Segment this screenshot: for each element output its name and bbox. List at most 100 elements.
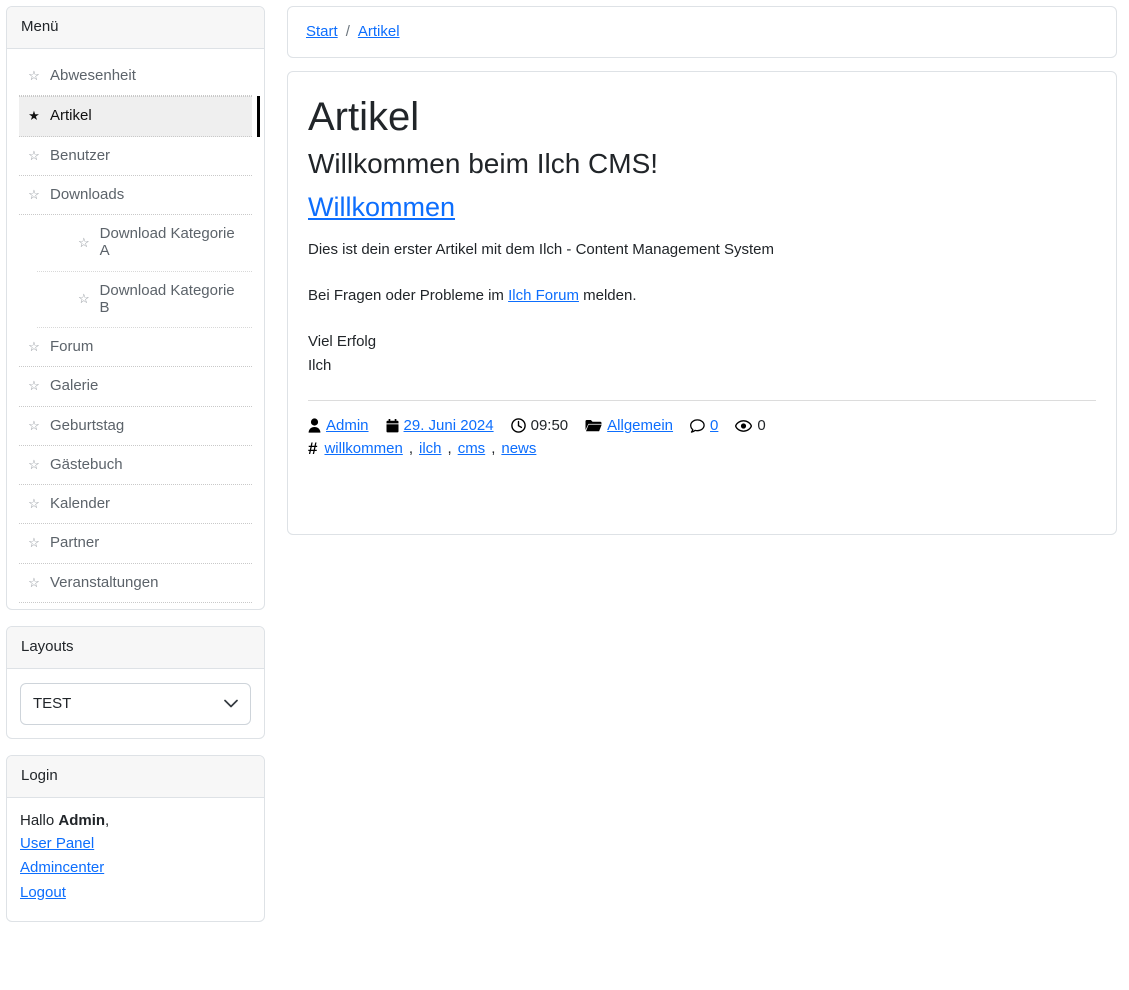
menu-panel: Menü ☆ Abwesenheit ★ Artikel ☆ Benutzer … <box>6 6 265 610</box>
user-icon <box>308 418 321 433</box>
sidebar-item-forum[interactable]: ☆ Forum <box>19 328 252 368</box>
sidebar-item-download-kategorie-b[interactable]: ☆ Download Kategorie B <box>37 272 252 328</box>
breadcrumb-card: Start / Artikel <box>287 6 1117 58</box>
layouts-panel: Layouts TEST <box>6 625 265 739</box>
hash-icon: # <box>308 439 318 459</box>
star-filled-icon: ★ <box>28 108 40 124</box>
login-panel-body: Hallo Admin, User Panel Admincenter Logo… <box>7 798 264 921</box>
article-headline-link[interactable]: Willkommen <box>308 192 455 222</box>
meta-comments-link[interactable]: 0 <box>710 417 718 434</box>
meta-time: 09:50 <box>510 417 568 434</box>
sidebar-item-gaestebuch[interactable]: ☆ Gästebuch <box>19 446 252 485</box>
star-outline-icon: ☆ <box>28 496 40 512</box>
signature-line-2: Ilch <box>308 357 332 375</box>
main-content: Start / Artikel Artikel Willkommen beim … <box>287 6 1117 535</box>
login-panel-title: Login <box>7 755 264 798</box>
layouts-panel-title: Layouts <box>7 626 264 669</box>
star-outline-icon: ☆ <box>28 68 40 84</box>
calendar-icon <box>386 418 399 433</box>
breadcrumb-item-artikel[interactable]: Artikel <box>358 23 400 40</box>
meta-divider <box>308 400 1096 402</box>
meta-author: Admin <box>308 417 369 434</box>
sidebar-item-galerie[interactable]: ☆ Galerie <box>19 367 252 407</box>
tag-link[interactable]: cms <box>458 440 486 457</box>
comment-icon <box>690 418 705 433</box>
meta-views: 0 <box>735 417 766 434</box>
star-outline-icon: ☆ <box>28 186 40 202</box>
article-subtitle: Willkommen beim Ilch CMS! <box>308 148 659 180</box>
menu-panel-title: Menü <box>7 7 264 49</box>
sidebar-item-label: Benutzer <box>50 146 111 164</box>
sidebar-item-geburtstag[interactable]: ☆ Geburtstag <box>19 407 252 446</box>
tag-separator: , <box>408 440 413 458</box>
login-username: Admin <box>58 811 106 829</box>
meta-date: 29. Juni 2024 <box>386 417 494 434</box>
eye-icon <box>735 419 753 432</box>
breadcrumb-item-start[interactable]: Start <box>306 23 338 40</box>
layouts-panel-body: TEST <box>7 669 264 738</box>
sidebar-item-label: Kalender <box>50 495 111 512</box>
folder-open-icon <box>585 419 602 432</box>
admincenter-link[interactable]: Admincenter <box>20 856 104 880</box>
sidebar-item-label: Partner <box>50 534 100 552</box>
clock-icon <box>510 418 526 433</box>
greeting-prefix: Hallo <box>20 811 59 829</box>
ilch-forum-link[interactable]: Ilch Forum <box>508 287 579 304</box>
tag-link[interactable]: willkommen <box>324 440 402 457</box>
user-panel-link[interactable]: User Panel <box>20 832 94 856</box>
star-outline-icon: ☆ <box>28 417 40 433</box>
paragraph-2-suffix: melden. <box>578 286 637 304</box>
article-paragraph-2: Bei Fragen oder Probleme im Ilch Forum m… <box>308 285 1096 308</box>
star-outline-icon: ☆ <box>28 339 40 355</box>
greeting-suffix: , <box>105 811 110 829</box>
sidebar-item-label: Downloads <box>50 185 125 203</box>
meta-category: Allgemein <box>585 417 673 434</box>
sidebar-item-abwesenheit[interactable]: ☆ Abwesenheit <box>19 57 252 97</box>
menu-list: ☆ Abwesenheit ★ Artikel ☆ Benutzer ☆ Dow… <box>7 49 264 609</box>
sidebar-item-downloads[interactable]: ☆ Downloads <box>19 176 252 215</box>
tag-separator: , <box>447 440 452 458</box>
layout-select-wrapper: TEST <box>20 682 251 725</box>
sidebar-item-label: Abwesenheit <box>50 67 136 84</box>
meta-category-link[interactable]: Allgemein <box>607 417 673 434</box>
layout-select[interactable]: TEST <box>20 682 251 725</box>
tag-separator: , <box>491 440 496 458</box>
sidebar-item-label: Galerie <box>50 377 99 395</box>
sidebar-item-benutzer[interactable]: ☆ Benutzer <box>19 137 252 176</box>
star-outline-icon: ☆ <box>28 456 40 472</box>
sidebar-item-label: Geburtstag <box>50 416 125 434</box>
star-outline-icon: ☆ <box>28 574 40 590</box>
sidebar-item-partner[interactable]: ☆ Partner <box>19 524 252 564</box>
star-outline-icon: ☆ <box>28 535 40 551</box>
meta-author-link[interactable]: Admin <box>326 417 369 434</box>
sidebar-item-label: Download Kategorie A <box>99 225 235 260</box>
sidebar-item-kalender[interactable]: ☆ Kalender <box>19 485 252 525</box>
star-outline-icon: ☆ <box>28 378 40 394</box>
login-panel: Login Hallo Admin, User Panel Admincente… <box>6 754 265 923</box>
meta-comments: 0 <box>690 417 718 434</box>
meta-date-link[interactable]: 29. Juni 2024 <box>404 417 494 434</box>
signature-line-1: Viel Erfolg <box>308 333 377 351</box>
article-card: Artikel Willkommen beim Ilch CMS! Willko… <box>287 71 1117 535</box>
page-root: Menü ☆ Abwesenheit ★ Artikel ☆ Benutzer … <box>0 0 1129 923</box>
sidebar-item-veranstaltungen[interactable]: ☆ Veranstaltungen <box>19 564 252 603</box>
sidebar-item-download-kategorie-a[interactable]: ☆ Download Kategorie A <box>37 215 252 272</box>
paragraph-2-prefix: Bei Fragen oder Probleme im <box>308 286 509 304</box>
breadcrumb: Start / Artikel <box>306 23 1098 40</box>
tag-link[interactable]: news <box>501 440 536 457</box>
sidebar-item-artikel[interactable]: ★ Artikel <box>19 96 260 137</box>
sidebar-item-label: Veranstaltungen <box>50 573 159 591</box>
article-headline: Willkommen <box>308 191 1096 223</box>
star-outline-icon: ☆ <box>28 147 40 163</box>
login-greeting: Hallo Admin, <box>20 812 251 829</box>
article-paragraph-1: Dies ist dein erster Artikel mit dem Ilc… <box>308 241 775 259</box>
star-outline-icon: ☆ <box>77 234 90 250</box>
article-tag-row: # willkommen, ilch, cms, news <box>308 440 1096 457</box>
tag-link[interactable]: ilch <box>419 440 442 457</box>
logout-link[interactable]: Logout <box>20 881 66 905</box>
sidebar-item-label: Gästebuch <box>50 455 123 473</box>
sidebar-item-label: Forum <box>50 338 94 355</box>
sidebar: Menü ☆ Abwesenheit ★ Artikel ☆ Benutzer … <box>6 6 265 923</box>
article-signature: Viel Erfolg Ilch <box>308 330 1096 378</box>
sidebar-item-label: Download Kategorie B <box>99 281 235 316</box>
